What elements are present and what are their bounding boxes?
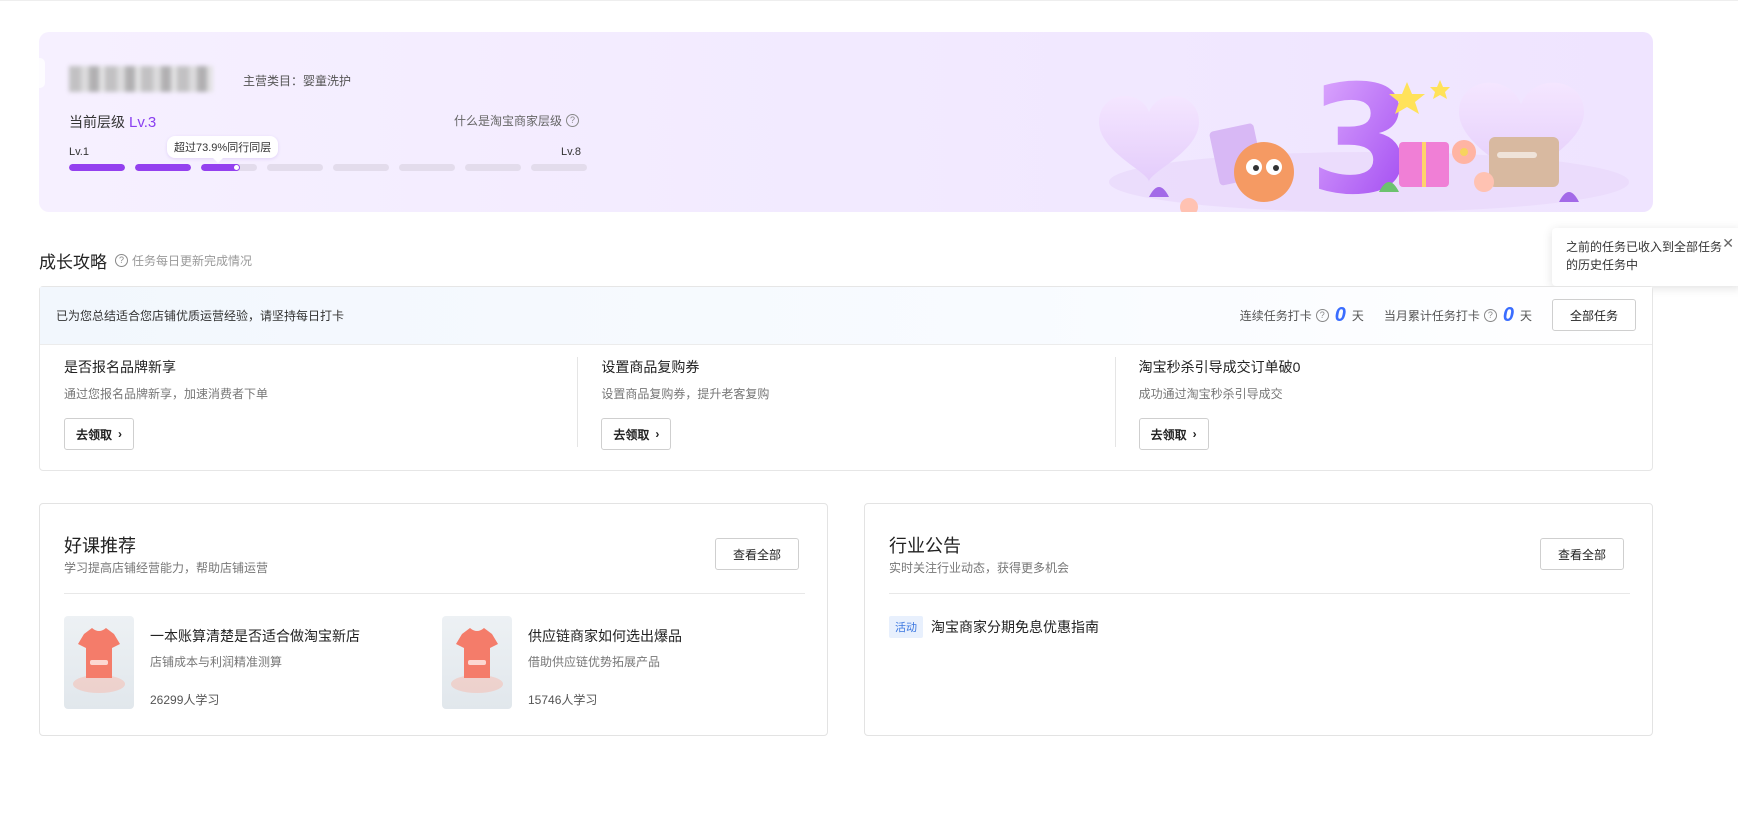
all-tasks-button[interactable]: 全部任务 (1552, 299, 1636, 331)
claim-button[interactable]: 去领取 › (1138, 418, 1209, 450)
course-desc: 店铺成本与利润精准测算 (150, 655, 283, 669)
level-segment (135, 164, 191, 171)
course-item[interactable]: 一本账算清楚是否适合做淘宝新店 店铺成本与利润精准测算 26299人学习 (64, 616, 360, 709)
task-list: 是否报名品牌新享 通过您报名品牌新享，加速消费者下单 去领取 › 设置商品复购券 … (40, 345, 1652, 470)
chevron-right-icon: › (118, 427, 122, 441)
monthly-value: 0 (1502, 303, 1514, 326)
notice-item[interactable]: 活动 淘宝商家分期免息优惠指南 (889, 616, 1099, 638)
top-divider (0, 0, 1738, 2)
level-max-label: Lv.8 (561, 146, 581, 158)
course-thumbnail (64, 616, 134, 709)
question-icon: ? (566, 114, 580, 127)
recommended-courses-card: 好课推荐 学习提高店铺经营能力，帮助店铺运营 查看全部 一本账算清楚是否适合做淘… (39, 503, 828, 736)
store-name-redacted (69, 66, 213, 92)
divider (889, 593, 1630, 594)
level-segment (267, 164, 323, 171)
course-desc: 借助供应链优势拓展产品 (528, 655, 661, 669)
banner-notch (39, 58, 45, 88)
main-category: 主营类目：婴童洗护 (243, 74, 352, 88)
claim-label: 去领取 (1150, 427, 1187, 442)
level-progress-bar (69, 164, 587, 171)
chevron-right-icon: › (655, 427, 660, 441)
streak-label: 连续任务打卡 (1239, 308, 1312, 323)
level-segment-fill (69, 164, 125, 171)
growth-title: 成长攻略 (39, 253, 107, 272)
level-3-illustration: 3 (1099, 54, 1629, 212)
courses-title: 好课推荐 (64, 536, 136, 556)
current-level-value: Lv.3 (129, 114, 157, 131)
task-title: 淘宝秒杀引导成交订单破0 (1138, 359, 1301, 375)
course-title: 一本账算清楚是否适合做淘宝新店 (150, 628, 360, 644)
merchant-level-banner: 主营类目：婴童洗护 当前层级 Lv.3 什么是淘宝商家层级 ? 超过73.9%同行… (39, 32, 1653, 212)
what-is-level-text: 什么是淘宝商家层级 (454, 114, 563, 128)
growth-section-header: 成长攻略 ? 任务每日更新完成情况 (39, 248, 252, 273)
monthly-unit: 天 (1519, 308, 1532, 323)
task-item: 是否报名品牌新享 通过您报名品牌新享，加速消费者下单 去领取 › (40, 345, 577, 470)
courses-view-all-button[interactable]: 查看全部 (715, 538, 799, 570)
tasks-header: 已为您总结适合您店铺优质运营经验，请坚持每日打卡 连续任务打卡 ? 0 天 当月… (40, 287, 1652, 345)
notices-view-all-button[interactable]: 查看全部 (1540, 538, 1624, 570)
level-segment (69, 164, 125, 171)
course-learners: 15746人学习 (528, 693, 598, 707)
course-item[interactable]: 供应链商家如何选出爆品 借助供应链优势拓展产品 15746人学习 (442, 616, 682, 709)
course-title: 供应链商家如何选出爆品 (528, 628, 682, 644)
claim-button[interactable]: 去领取 › (601, 418, 672, 450)
tooltip-text: 之前的任务已收入到全部任务的历史任务中 (1566, 240, 1723, 272)
checkin-stats: 连续任务打卡 ? 0 天 当月累计任务打卡 ? 0 天 全部任务 (1240, 299, 1636, 331)
streak-stat: 连续任务打卡 ? 0 天 (1240, 304, 1364, 327)
growth-subtitle-text: 任务每日更新完成情况 (132, 254, 253, 268)
divider (64, 593, 805, 594)
task-item: 淘宝秒杀引导成交订单破0 成功通过淘宝秒杀引导成交 去领取 › (1114, 345, 1652, 470)
tshirt-icon (73, 628, 125, 693)
level-segment (201, 164, 257, 171)
claim-label: 去领取 (613, 427, 650, 442)
task-desc: 通过您报名品牌新享，加速消费者下单 (64, 387, 269, 401)
peer-rank-bubble: 超过73.9%同行同层 (167, 136, 279, 163)
task-title: 设置商品复购券 (601, 359, 700, 375)
claim-label: 去领取 (75, 427, 112, 442)
level-segment (333, 164, 389, 171)
course-learners: 26299人学习 (150, 693, 220, 707)
course-info: 供应链商家如何选出爆品 借助供应链优势拓展产品 15746人学习 (528, 616, 682, 709)
tasks-banner-text: 已为您总结适合您店铺优质运营经验，请坚持每日打卡 (56, 309, 345, 323)
course-thumbnail (442, 616, 512, 709)
chevron-right-icon: › (1192, 427, 1197, 441)
task-desc: 设置商品复购券，提升老客复购 (601, 387, 770, 401)
notices-subtitle: 实时关注行业动态，获得更多机会 (889, 561, 1070, 575)
notice-tag: 活动 (889, 616, 923, 638)
what-is-level-link[interactable]: 什么是淘宝商家层级 ? (454, 112, 580, 129)
notices-title: 行业公告 (889, 536, 961, 556)
claim-button[interactable]: 去领取 › (64, 418, 134, 450)
task-title: 是否报名品牌新享 (64, 359, 176, 375)
growth-subtitle: ? 任务每日更新完成情况 (115, 252, 252, 269)
level-segment (531, 164, 587, 171)
task-item: 设置商品复购券 设置商品复购券，提升老客复购 去领取 › (577, 345, 1114, 470)
monthly-label: 当月累计任务打卡 (1383, 308, 1480, 323)
level-segment (399, 164, 455, 171)
close-icon[interactable]: ✕ (1722, 234, 1734, 252)
growth-tasks-panel: 已为您总结适合您店铺优质运营经验，请坚持每日打卡 连续任务打卡 ? 0 天 当月… (39, 286, 1653, 471)
task-desc: 成功通过淘宝秒杀引导成交 (1138, 387, 1283, 401)
courses-subtitle: 学习提高店铺经营能力，帮助店铺运营 (64, 561, 269, 575)
monthly-stat: 当月累计任务打卡 ? 0 天 (1384, 304, 1532, 327)
streak-unit: 天 (1351, 308, 1364, 323)
level-segment-fill (135, 164, 191, 171)
current-level-label: 当前层级 (69, 114, 125, 130)
current-level: 当前层级 Lv.3 (69, 112, 156, 132)
industry-notices-card: 行业公告 实时关注行业动态，获得更多机会 查看全部 活动 淘宝商家分期免息优惠指… (864, 503, 1653, 736)
streak-value: 0 (1334, 303, 1346, 326)
course-info: 一本账算清楚是否适合做淘宝新店 店铺成本与利润精准测算 26299人学习 (150, 616, 360, 709)
question-icon[interactable]: ? (1483, 308, 1497, 322)
question-icon[interactable]: ? (115, 254, 128, 267)
big-level-number: 3 (1309, 54, 1413, 212)
notice-text: 淘宝商家分期免息优惠指南 (931, 619, 1099, 635)
history-tasks-tooltip: 之前的任务已收入到全部任务的历史任务中 ✕ (1552, 228, 1738, 292)
level-segment (465, 164, 521, 171)
question-icon[interactable]: ? (1315, 308, 1329, 322)
level-min-label: Lv.1 (69, 146, 89, 158)
tshirt-icon (451, 628, 503, 693)
